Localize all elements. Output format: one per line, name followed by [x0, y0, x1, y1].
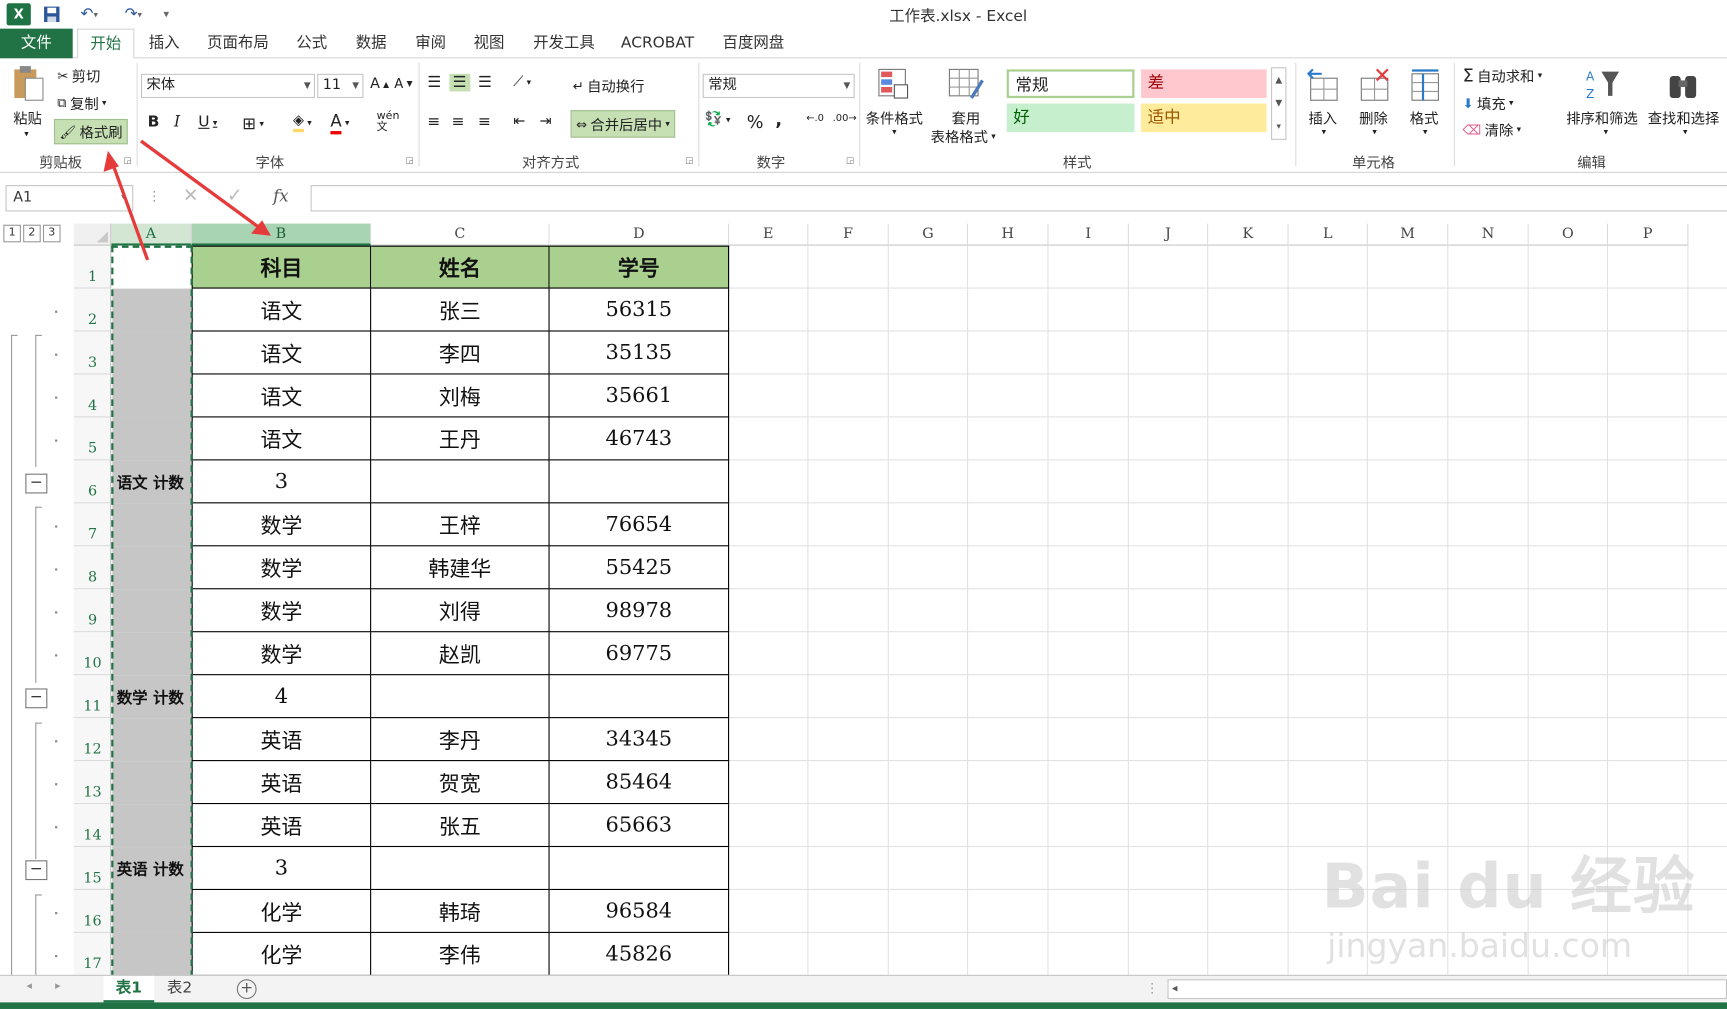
sheet-tab-1[interactable]: 表1: [103, 975, 155, 1003]
sheet-tab-2[interactable]: 表2: [154, 976, 205, 1002]
hscroll-grip-icon: ⋮: [1145, 980, 1159, 996]
arrow-to-column-b: [140, 139, 271, 236]
sheet-tab-bar: ◂ ▸ 表1 表2 + ⋮ ◂: [0, 974, 1727, 1003]
scroll-left-icon[interactable]: ◂: [1172, 983, 1178, 995]
excel-window: X ↶ ▾ ↷ ▾ ▾ 工作表.xlsx - Excel 文件 开始 插入 页面布局…: [0, 0, 1727, 1009]
baidu-watermark: Bai du 经验: [1321, 851, 1696, 924]
baidu-watermark-url: jingyan.baidu.com: [1327, 927, 1633, 967]
prev-sheet-icon[interactable]: ◂: [26, 980, 32, 992]
select-all-button[interactable]: [73, 223, 112, 246]
next-sheet-icon[interactable]: ▸: [55, 980, 61, 992]
horizontal-scrollbar[interactable]: ◂: [1167, 979, 1727, 1000]
status-bar: [0, 1002, 1727, 1009]
add-sheet-icon[interactable]: +: [236, 979, 257, 1000]
